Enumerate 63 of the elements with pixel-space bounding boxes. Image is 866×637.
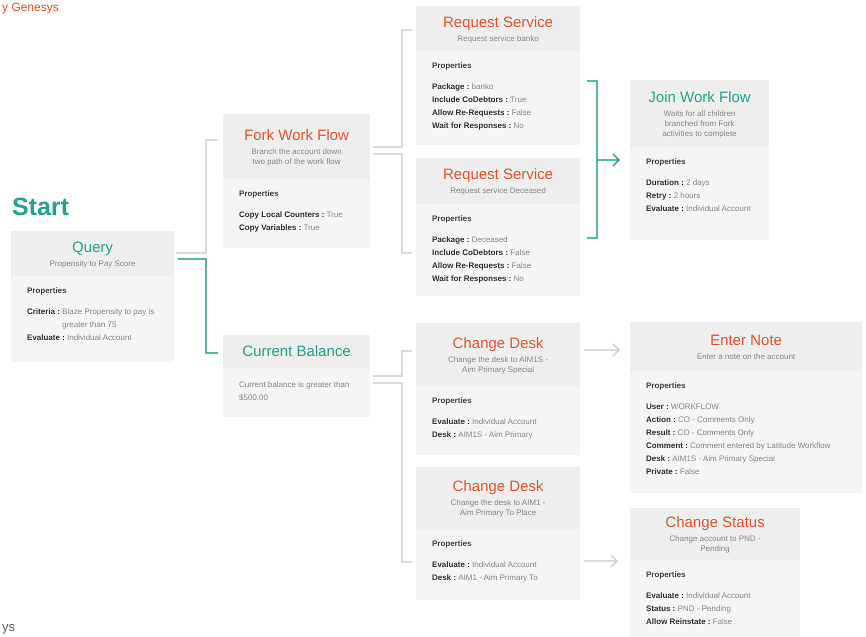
property-line: Private : False (646, 466, 700, 478)
property-line: Package : Deceased (432, 234, 509, 246)
property-line: Copy Variables : True (239, 222, 321, 234)
card-title: Request Service (442, 14, 554, 32)
property-line: Package : banko (432, 81, 494, 93)
property-line: Evaluate : Individual Account (432, 559, 538, 571)
card-description: Change account to PND - Pending (668, 534, 762, 554)
property-line: Evaluate : Individual Account (646, 203, 752, 215)
card-title: Join Work Flow (648, 88, 751, 106)
start-label: Start (12, 193, 69, 222)
property-line: Evaluate : Individual Account (27, 332, 133, 344)
connector-line (373, 350, 412, 377)
property-line: Copy Local Counters : True (239, 209, 344, 221)
card-body-text: Current balance is greater than $500.00 (239, 379, 350, 404)
property-line: Wait for Responses : No (432, 120, 525, 132)
card-description: Request service Deceased (450, 186, 546, 196)
property-line: Wait for Responses : No (432, 273, 525, 285)
card-title: Change Status (665, 514, 765, 532)
brand-name: ys (2, 619, 15, 634)
property-line: Desk : AIM1S - Aim Primary (432, 429, 534, 441)
property-line: Allow Reinstate : False (646, 616, 734, 628)
property-line: User : WORKFLOW (646, 401, 720, 413)
properties-heading: Properties (27, 286, 68, 295)
property-line: Allow Re-Requests : False (432, 260, 532, 272)
card-description: Change the desk to AIM1S - Aim Primary Special (446, 354, 550, 374)
properties-heading: Properties (646, 157, 687, 166)
property-line: Comment : Comment entered by Latitude Workflow (646, 440, 832, 452)
brand-name: y Genesys (2, 0, 59, 14)
card-description: Change the desk to AIM1 - Aim Primary To Place (450, 498, 546, 518)
properties-heading: Properties (432, 61, 473, 70)
properties-heading: Properties (646, 381, 687, 390)
property-line: Action : CO - Comments Only (646, 414, 756, 426)
arrow (583, 554, 618, 568)
property-line: Include CoDebtors : False (432, 247, 531, 259)
property-line: Status : PND - Pending (646, 603, 732, 615)
properties-heading: Properties (432, 214, 473, 223)
properties-heading: Properties (239, 189, 280, 198)
card-title: Change Desk (452, 334, 544, 352)
card-title: Enter Note (710, 332, 782, 350)
property-line: Evaluate : Individual Account (646, 590, 752, 602)
properties-heading: Properties (432, 396, 473, 405)
properties-heading: Properties (432, 539, 473, 548)
property-line: Allow Re-Requests : False (432, 107, 532, 119)
property-line: Duration : 2 days (646, 177, 711, 189)
property-line: Retry : 2 hours (646, 190, 702, 202)
arrow (583, 343, 620, 357)
card-title: Query (72, 238, 113, 256)
property-line: Result : CO - Comments Only (646, 427, 756, 439)
property-line: Desk : AIM1 - Aim Primary To (432, 572, 539, 584)
card-description: Waits for all children branched from Fork activities to complete (661, 108, 738, 138)
card-title: Change Desk (452, 478, 544, 496)
card-title: Fork Work Flow (244, 126, 349, 144)
property-line: Evaluate : Individual Account (432, 416, 538, 428)
property-line: Criteria : Blaze Propensity to pay is greater than 75 (27, 306, 156, 331)
property-line: Desk : AIM1S - Aim Primary Special (646, 453, 776, 465)
card-description: Branch the account down two path of the work flow (250, 146, 343, 166)
card-description: Request service banko (457, 34, 539, 44)
properties-heading: Properties (646, 570, 687, 579)
card-description: Propensity to Pay Score (50, 258, 136, 268)
property-line: Include CoDebtors : True (432, 94, 528, 106)
card-title: Request Service (442, 166, 554, 184)
card-title: Current Balance (242, 342, 351, 360)
card-description: Enter a note on the account (696, 352, 796, 362)
